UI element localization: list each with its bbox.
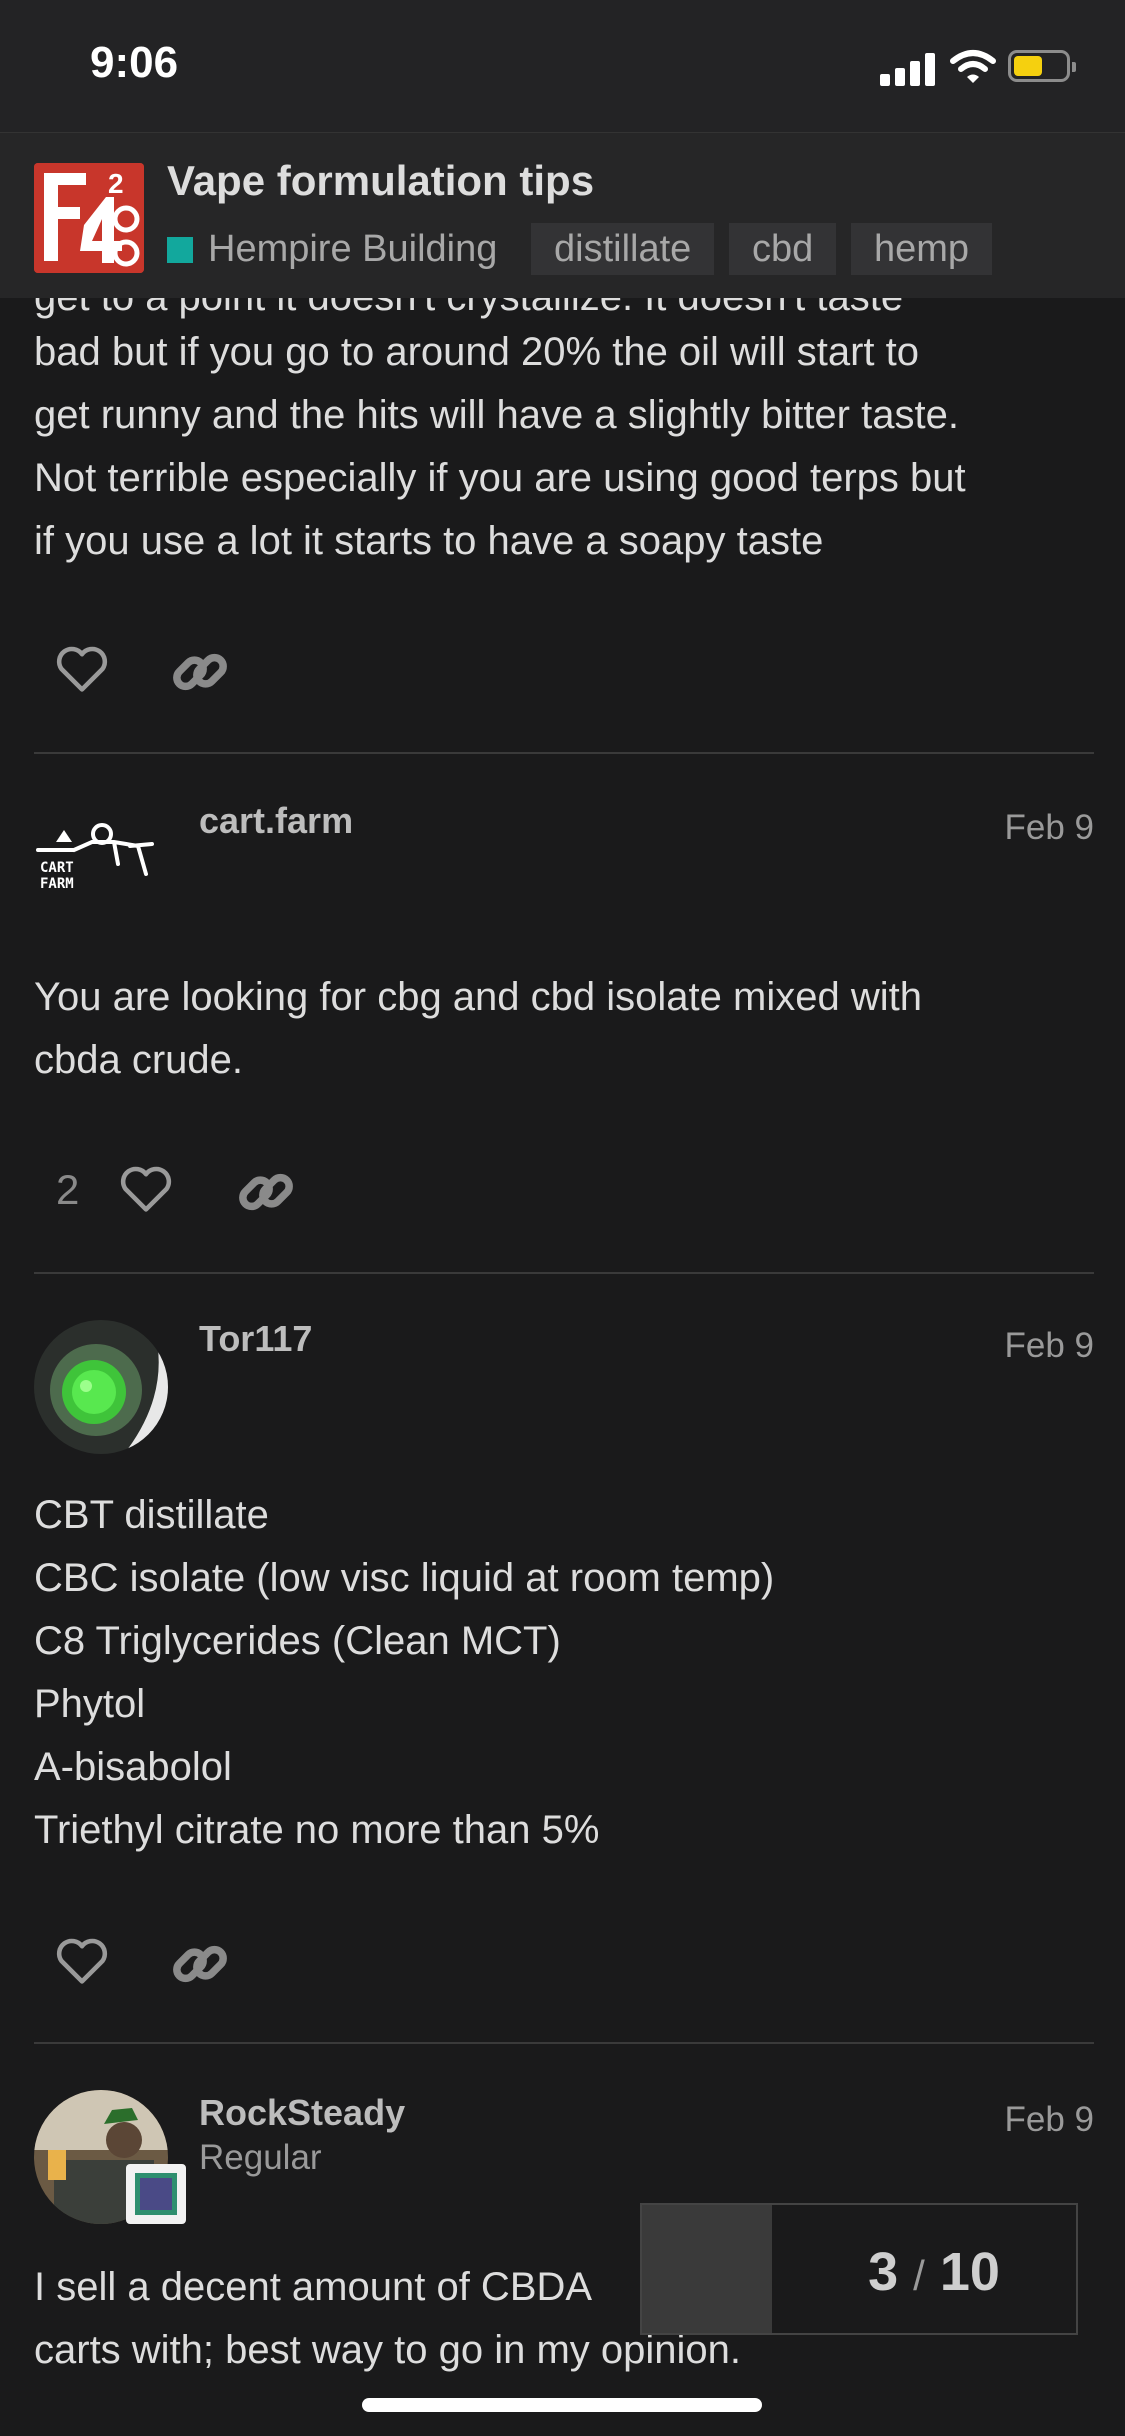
status-bar: 9:06 [0, 0, 1125, 132]
post-divider [34, 1272, 1094, 1274]
post-divider [34, 2042, 1094, 2044]
avatar-text: FARM [40, 876, 74, 892]
post-body: You are looking for cbg and cbd isolate … [34, 966, 1094, 1092]
status-time: 9:06 [90, 38, 179, 87]
post-line: bad but if you go to around 20% the oil … [34, 330, 919, 374]
progress-separator: / [913, 2252, 925, 2299]
heart-icon[interactable] [54, 1936, 110, 1986]
avatar-text: CART [40, 860, 74, 876]
username[interactable]: cart.farm [199, 800, 353, 842]
username[interactable]: RockSteady [199, 2092, 405, 2134]
signal-icon [880, 52, 936, 86]
tag-cbd[interactable]: cbd [729, 223, 837, 275]
post-line: get runny and the hits will have a sligh… [34, 393, 959, 437]
wifi-icon [950, 50, 996, 83]
heart-icon[interactable] [118, 1164, 174, 1214]
post-line: Phytol [34, 1682, 146, 1726]
topic-title[interactable]: Vape formulation tips [167, 157, 594, 205]
site-logo[interactable]: 2 [34, 163, 144, 273]
user-title: Regular [199, 2138, 322, 2177]
topic-header[interactable]: 2 Vape formulation tips Hempire Building… [0, 132, 1125, 298]
home-indicator[interactable] [362, 2398, 762, 2412]
post-line: C8 Triglycerides (Clean MCT) [34, 1619, 561, 1663]
svg-text:2: 2 [108, 168, 124, 199]
previous-post-body: bad but if you go to around 20% the oil … [34, 321, 1094, 573]
post-date[interactable]: Feb 9 [1005, 2100, 1095, 2140]
category-link[interactable]: Hempire Building [208, 228, 497, 271]
category-badge [167, 237, 193, 263]
avatar[interactable] [34, 1320, 168, 1454]
post-line: CBC isolate (low visc liquid at room tem… [34, 1556, 775, 1600]
user-flair-badge [126, 2164, 186, 2224]
progress-text: 3 / 10 [792, 2241, 1076, 2303]
heart-icon[interactable] [54, 644, 110, 694]
post-divider [34, 752, 1094, 754]
post-line: if you use a lot it starts to have a soa… [34, 519, 824, 563]
link-icon[interactable] [236, 1162, 296, 1222]
post-line: CBT distillate [34, 1493, 269, 1537]
post-line: A-bisabolol [34, 1745, 232, 1789]
link-icon[interactable] [170, 642, 230, 702]
topic-progress[interactable]: 3 / 10 [640, 2203, 1078, 2335]
username[interactable]: Tor117 [199, 1318, 312, 1360]
progress-total: 10 [939, 2242, 1000, 2302]
progress-fill [642, 2205, 773, 2333]
tag-hemp[interactable]: hemp [851, 223, 993, 275]
battery-icon [1008, 50, 1076, 82]
post-line: Not terrible especially if you are using… [34, 456, 966, 500]
post-line: You are looking for cbg and cbd isolate … [34, 975, 922, 1019]
progress-current: 3 [868, 2242, 899, 2302]
avatar[interactable]: CART FARM [34, 790, 168, 924]
post-line: cbda crude. [34, 1038, 244, 1082]
tag-distillate[interactable]: distillate [531, 223, 715, 275]
post-date[interactable]: Feb 9 [1005, 808, 1095, 848]
post-body: CBT distillate CBC isolate (low visc liq… [34, 1484, 1094, 1862]
post-line: Triethyl citrate no more than 5% [34, 1808, 600, 1852]
link-icon[interactable] [170, 1934, 230, 1994]
post-date[interactable]: Feb 9 [1005, 1326, 1095, 1366]
like-count: 2 [56, 1166, 80, 1213]
